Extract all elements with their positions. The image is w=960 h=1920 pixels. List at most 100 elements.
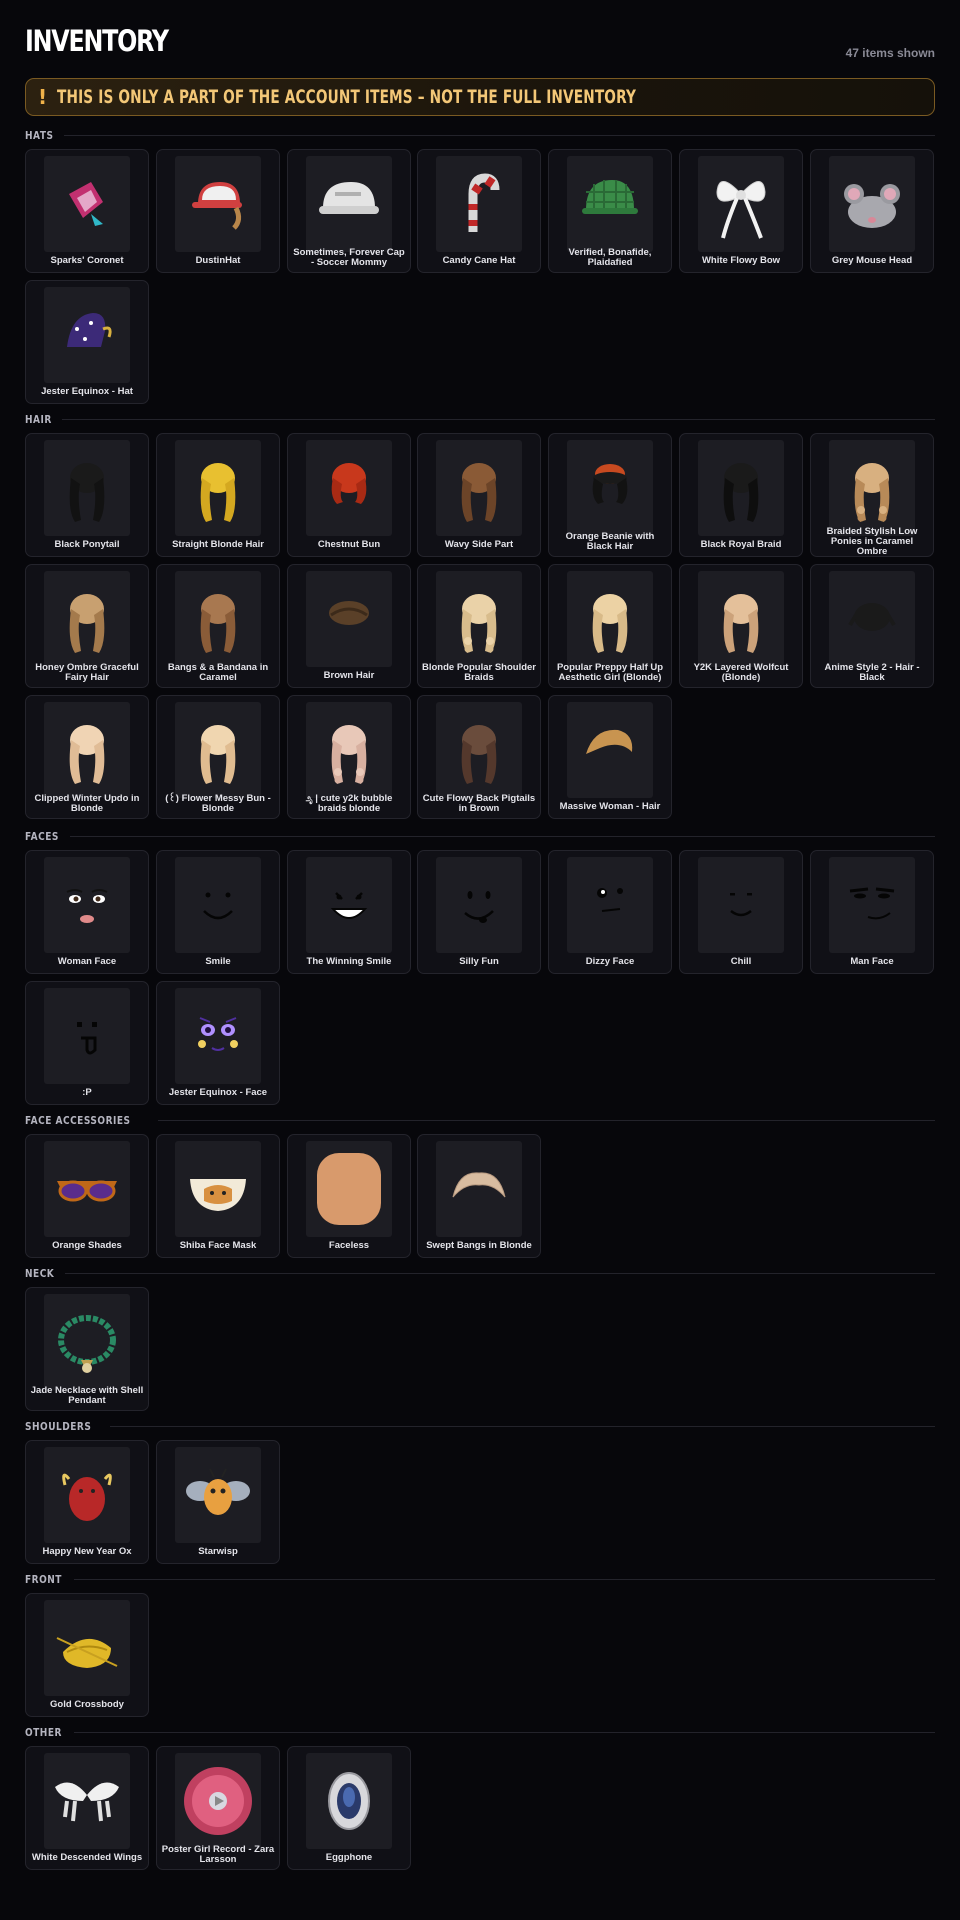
item-name: Sparks' Coronet <box>50 255 124 266</box>
item-card[interactable]: Swept Bangs in Blonde <box>417 1134 541 1258</box>
item-card[interactable]: Shiba Face Mask <box>156 1134 280 1258</box>
item-card[interactable]: Cute Flowy Back Pigtails in Brown <box>417 695 541 819</box>
section-divider <box>157 1119 935 1121</box>
item-card[interactable]: DustinHat <box>156 149 280 273</box>
item-card[interactable]: Anime Style 2 - Hair - Black <box>810 564 934 688</box>
hair-icon <box>829 440 915 536</box>
item-card[interactable]: Silly Fun <box>417 850 541 974</box>
item-card[interactable]: Brown Hair <box>287 564 411 688</box>
item-card[interactable]: Black Ponytail <box>25 433 149 557</box>
hair-icon <box>306 571 392 667</box>
item-name: Bangs & a Bandana in Caramel <box>167 662 269 683</box>
item-card[interactable]: Y2K Layered Wolfcut (Blonde) <box>679 564 803 688</box>
item-name: Jade Necklace with Shell Pendant <box>30 1385 144 1406</box>
item-card[interactable]: Eggphone <box>287 1746 411 1870</box>
item-name: Gold Crossbody <box>50 1699 124 1710</box>
face-icon <box>436 857 522 953</box>
item-card[interactable]: Poster Girl Record - Zara Larsson <box>156 1746 280 1870</box>
hair-icon <box>567 440 653 536</box>
item-card[interactable]: Gold Crossbody <box>25 1593 149 1717</box>
item-card[interactable]: Popular Preppy Half Up Aesthetic Girl (B… <box>548 564 672 688</box>
item-name: :P <box>82 1087 92 1098</box>
item-card[interactable]: Blonde Popular Shoulder Braids <box>417 564 541 688</box>
item-name: Jester Equinox - Hat <box>41 386 133 397</box>
header: INVENTORY 47 items shown <box>25 0 935 66</box>
item-name: Eggphone <box>325 1852 373 1863</box>
hair-icon <box>567 571 653 667</box>
item-card[interactable]: Happy New Year Ox <box>25 1440 149 1564</box>
item-card[interactable]: (꒰) Flower Messy Bun - Blonde <box>156 695 280 819</box>
necklace-icon <box>44 1294 130 1390</box>
hair-icon <box>44 571 130 667</box>
item-card[interactable]: ೨ೃ | cute y2k bubble braids blonde <box>287 695 411 819</box>
item-name: Orange Shades <box>52 1240 122 1251</box>
item-card[interactable]: Massive Woman - Hair <box>548 695 672 819</box>
item-name: Popular Preppy Half Up Aesthetic Girl (B… <box>556 662 664 683</box>
face-icon <box>175 857 261 953</box>
item-name: Shiba Face Mask <box>179 1240 257 1251</box>
bangs-icon <box>436 1141 522 1237</box>
item-card[interactable]: Chill <box>679 850 803 974</box>
item-card[interactable]: Chestnut Bun <box>287 433 411 557</box>
item-card[interactable]: Sometimes, Forever Cap - Soccer Mommy <box>287 149 411 273</box>
item-name: DustinHat <box>195 255 241 266</box>
section-label: HATS <box>25 128 54 142</box>
item-card[interactable]: Faceless <box>287 1134 411 1258</box>
item-card[interactable]: Braided Stylish Low Ponies in Caramel Om… <box>810 433 934 557</box>
item-name: Chill <box>730 956 752 967</box>
section-divider <box>63 134 935 136</box>
item-card[interactable]: Woman Face <box>25 850 149 974</box>
face-icon <box>829 857 915 953</box>
item-card[interactable]: Man Face <box>810 850 934 974</box>
item-name: Starwisp <box>198 1546 238 1557</box>
item-name: Swept Bangs in Blonde <box>426 1240 532 1251</box>
record-icon <box>175 1753 261 1849</box>
item-card[interactable]: Smile <box>156 850 280 974</box>
hair-icon <box>175 571 261 667</box>
item-name: White Descended Wings <box>31 1852 143 1863</box>
item-name: Black Royal Braid <box>700 539 782 550</box>
item-name: Clipped Winter Updo in Blonde <box>34 793 140 814</box>
item-card[interactable]: Dizzy Face <box>548 850 672 974</box>
item-name: Silly Fun <box>459 956 499 967</box>
item-card[interactable]: Black Royal Braid <box>679 433 803 557</box>
hair-icon <box>175 702 261 798</box>
item-card[interactable]: Sparks' Coronet <box>25 149 149 273</box>
item-name: Smile <box>205 956 231 967</box>
item-name: Verified, Bonafide, Plaidafied <box>568 247 652 268</box>
hair-icon <box>436 440 522 536</box>
item-card[interactable]: Wavy Side Part <box>417 433 541 557</box>
hair-icon <box>436 702 522 798</box>
item-card[interactable]: Candy Cane Hat <box>417 149 541 273</box>
item-card[interactable]: White Flowy Bow <box>679 149 803 273</box>
item-card[interactable]: Orange Beanie with Black Hair <box>548 433 672 557</box>
item-card[interactable]: Straight Blonde Hair <box>156 433 280 557</box>
item-card[interactable]: The Winning Smile <box>287 850 411 974</box>
item-card[interactable]: Honey Ombre Graceful Fairy Hair <box>25 564 149 688</box>
item-name: Anime Style 2 - Hair - Black <box>824 662 920 683</box>
item-card[interactable]: Jester Equinox - Hat <box>25 280 149 404</box>
item-name: Sometimes, Forever Cap - Soccer Mommy <box>293 247 405 268</box>
item-name: Straight Blonde Hair <box>172 539 264 550</box>
item-name: Cute Flowy Back Pigtails in Brown <box>422 793 536 814</box>
shiba-mask-icon <box>175 1141 261 1237</box>
item-card[interactable]: Bangs & a Bandana in Caramel <box>156 564 280 688</box>
item-card[interactable]: Jester Equinox - Face <box>156 981 280 1105</box>
item-card[interactable]: :P <box>25 981 149 1105</box>
item-card[interactable]: Jade Necklace with Shell Pendant <box>25 1287 149 1411</box>
section-header-shoulders: SHOULDERS <box>25 1419 935 1433</box>
item-card[interactable]: Verified, Bonafide, Plaidafied <box>548 149 672 273</box>
item-card[interactable]: Starwisp <box>156 1440 280 1564</box>
item-card[interactable]: Grey Mouse Head <box>810 149 934 273</box>
face-icon <box>175 988 261 1084</box>
hair-icon <box>436 571 522 667</box>
item-card[interactable]: White Descended Wings <box>25 1746 149 1870</box>
hair-icon <box>44 702 130 798</box>
ox-icon <box>44 1447 130 1543</box>
item-name: White Flowy Bow <box>701 255 781 266</box>
section-header-neck: NECK <box>25 1266 935 1280</box>
item-card[interactable]: Clipped Winter Updo in Blonde <box>25 695 149 819</box>
item-name: Dizzy Face <box>585 956 635 967</box>
section-header-hats: HATS <box>25 128 935 142</box>
item-card[interactable]: Orange Shades <box>25 1134 149 1258</box>
